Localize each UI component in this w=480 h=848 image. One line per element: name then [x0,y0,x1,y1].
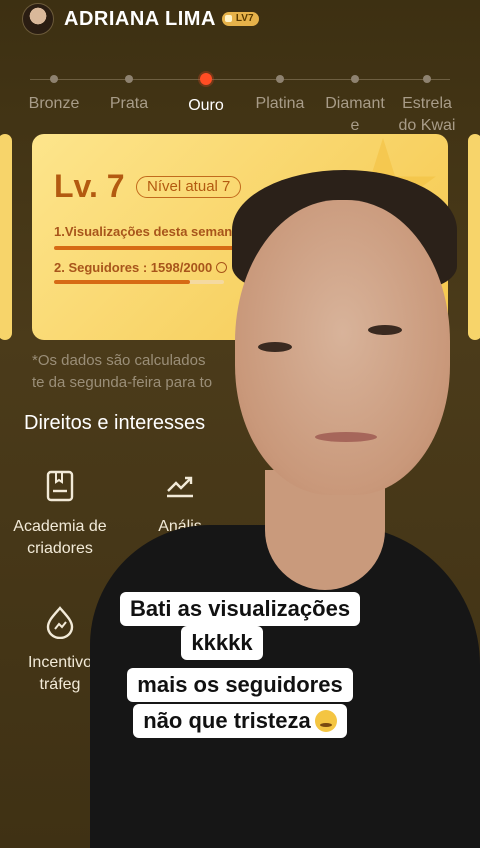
tier-dot [351,75,359,83]
tier-dot [423,75,431,83]
caption-line-2: kkkkk [0,626,480,660]
tier-dot [276,75,284,83]
caption-line-4: não que tristeza [0,704,480,738]
tier-dot-active [200,73,212,85]
tier-estrela-do-kwai[interactable]: Estrela do Kwai [382,73,472,137]
tier-label: Estrela do Kwai [398,95,456,134]
caption-line-1: Bati as visualizações [0,592,480,626]
person-photo [90,170,480,848]
eye [368,325,402,335]
tier-dot [125,75,133,83]
caption-text: não que tristeza [143,708,311,733]
level-badge: LV7 [221,12,259,26]
profile-header: ADRIANA LIMA LV7 [22,0,259,38]
eye [258,342,292,352]
mouth [315,432,377,442]
tier-dot [50,75,58,83]
crying-cat-emoji-icon [314,710,337,732]
caption-line-3: mais os seguidores [0,668,480,702]
username: ADRIANA LIMA [64,7,216,30]
avatar[interactable] [22,3,54,35]
prev-level-card[interactable] [0,134,12,340]
